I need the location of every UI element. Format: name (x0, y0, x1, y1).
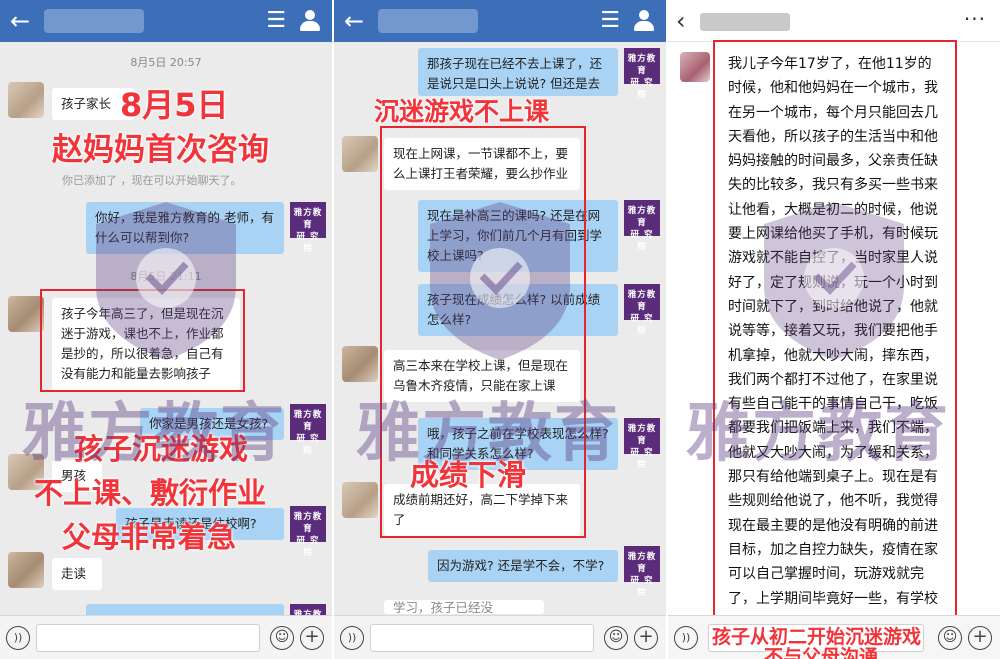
contact-avatar[interactable] (342, 346, 378, 382)
voice-icon[interactable]: )) (674, 626, 698, 650)
plus-icon[interactable]: + (300, 626, 324, 650)
annotation-problem: 不上课、敷衍作业 (34, 476, 267, 510)
brand-logo: 雅方教育研 究 院 (624, 48, 660, 100)
annotation-problem: 父母非常着急 (62, 520, 237, 554)
brand-logo: 雅方教育研 究 院 (624, 418, 660, 470)
contact-avatar[interactable] (342, 482, 378, 518)
voice-icon[interactable]: )) (6, 626, 30, 650)
contact-avatar[interactable] (342, 136, 378, 172)
blurred-contact-name (44, 9, 144, 33)
contact-avatar[interactable] (8, 552, 44, 588)
highlight-box (713, 40, 957, 620)
emoji-icon[interactable]: ☺ (270, 626, 294, 650)
message-input[interactable] (36, 624, 260, 652)
chat-header: ‹ ··· (668, 0, 1000, 42)
menu-icon[interactable]: ☰ (266, 7, 286, 35)
annotation-title: 沉迷游戏不上课 (374, 97, 550, 126)
brand-logo: 雅方教育研 究 院 (624, 200, 660, 252)
plus-icon[interactable]: + (968, 626, 992, 650)
brand-logo: 雅方教育研 究 院 (290, 506, 326, 558)
annotation-title: 成绩下滑 (410, 458, 527, 492)
emoji-icon[interactable]: ☺ (604, 626, 628, 650)
chat-header: ← ☰ (334, 0, 666, 42)
message-bubble-outgoing: 那孩子现在已经不去上课了，还是说只是口头上说说? 但还是去学校 (418, 48, 618, 96)
contact-avatar[interactable] (680, 52, 710, 82)
timestamp: 8月5日 21:11 (130, 270, 202, 283)
more-icon[interactable]: ··· (964, 7, 986, 31)
message-bubble-incoming: 走读 (52, 558, 102, 590)
timestamp: 8月5日 20:57 (130, 56, 202, 69)
annotation-date: 8月5日 (120, 86, 229, 124)
highlight-box (40, 289, 245, 392)
back-arrow-icon[interactable]: ← (10, 6, 30, 36)
contact-avatar[interactable] (8, 296, 44, 332)
person-icon[interactable] (634, 10, 654, 32)
blurred-contact-name (700, 13, 790, 31)
back-arrow-icon[interactable]: ← (344, 6, 364, 36)
menu-icon[interactable]: ☰ (600, 7, 620, 35)
message-input-bar: )) ☺ + (0, 615, 332, 659)
chat-header: ← ☰ (0, 0, 332, 42)
system-message: 你已添加了 ，现在可以开始聊天了。 (62, 174, 242, 187)
chat-panel-3: ‹ ··· 我儿子今年17岁了，在他11岁的时候，他和他妈妈在一个城市，我在另一… (668, 0, 1000, 659)
emoji-icon[interactable]: ☺ (938, 626, 962, 650)
annotation-problem: 孩子沉迷游戏 (74, 432, 249, 466)
annotation-title: 孩子从初二开始沉迷游戏 (712, 626, 922, 648)
back-arrow-icon[interactable]: ‹ (676, 6, 686, 36)
plus-icon[interactable]: + (634, 626, 658, 650)
blurred-contact-name (378, 9, 478, 33)
contact-avatar[interactable] (8, 82, 44, 118)
brand-logo: 雅方教育研 究 院 (290, 202, 326, 254)
brand-logo: 雅方教育研 究 院 (290, 404, 326, 456)
person-icon[interactable] (300, 10, 320, 32)
annotation-cut: 不与父母沟通 (764, 646, 879, 659)
message-input[interactable] (370, 624, 594, 652)
chat-panel-2: ← ☰ 雅方教育研 究 院 那孩子现在已经不去上课了，还是说只是口头上说说? 但… (334, 0, 666, 659)
message-input-bar: )) ☺ + (334, 615, 666, 659)
brand-logo: 雅方教育研 究 院 (624, 284, 660, 336)
message-bubble-outgoing: 你好，我是雅方教育的 老师，有什么可以帮到你? (86, 202, 284, 254)
voice-icon[interactable]: )) (340, 626, 364, 650)
chat-panel-1: ← ☰ 8月5日 20:57 孩子家长 你已添加了 ，现在可以开始聊天了。 雅方… (0, 0, 332, 659)
brand-logo: 雅方教育研 究 院 (624, 546, 660, 598)
annotation-consult: 赵妈妈首次咨询 (52, 132, 269, 168)
message-bubble-incoming: 学习，孩子已经没 (384, 600, 544, 614)
message-bubble-outgoing: 因为游戏? 还是学不会，不学? (428, 550, 618, 582)
